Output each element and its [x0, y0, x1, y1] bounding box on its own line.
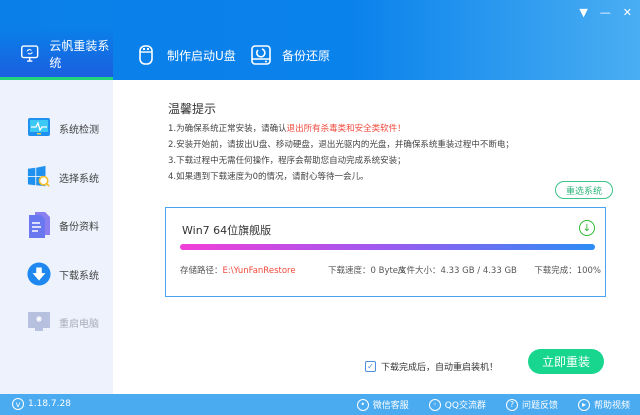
footer: v 1.18.7.28 • 微信客服 ◦ QQ交流群 ? 问题反馈 ▸ 帮助视频: [0, 394, 640, 415]
sidebar-item-label: 下载系统: [59, 270, 99, 282]
reselect-system-button[interactable]: 重选系统: [555, 181, 613, 199]
restart-monitor-icon: [27, 310, 51, 334]
version-icon: v: [12, 398, 24, 410]
monitor-pulse-icon: [27, 116, 51, 140]
usb-drive-icon: [139, 45, 153, 65]
tip-1: 1.为确保系统正常安装，请确认退出所有杀毒类和安全类软件！: [168, 122, 406, 134]
tab-backup[interactable]: 备份还原: [250, 30, 330, 80]
feedback-link[interactable]: ? 问题反馈: [505, 398, 558, 411]
sidebar: 系统检测 选择系统 备份资料 下载系统 重启电脑: [0, 80, 113, 394]
tip-2: 2.安装开始前，请拔出U盘、移动硬盘，退出光驱内的光盘，并确保系统重装过程中不断…: [168, 140, 514, 150]
sidebar-item-label: 重启电脑: [59, 318, 99, 330]
windows-search-icon: [27, 165, 51, 189]
tip-text: 1.为确保系统正常安装，请确认: [168, 124, 287, 134]
path-value: E:\YunFanRestore: [222, 266, 296, 276]
link-label: 问题反馈: [521, 401, 558, 411]
download-speed: 下载速度：0 Byte/s: [328, 266, 406, 276]
sidebar-item-check[interactable]: 系统检测: [27, 116, 99, 140]
sidebar-item-select[interactable]: 选择系统: [27, 165, 99, 189]
sidebar-item-restart: 重启电脑: [27, 310, 99, 334]
wechat-icon: •: [356, 398, 369, 411]
tab-reinstall[interactable]: 云帆重装系统: [0, 30, 113, 80]
question-icon: ?: [505, 398, 518, 411]
progress-fill: [180, 244, 595, 250]
tip-4: 4.如果遇到下载速度为0的情况，请耐心等待一会儿。: [168, 172, 369, 182]
help-video-link[interactable]: ▸ 帮助视频: [577, 398, 630, 411]
minimize-icon[interactable]: —: [600, 6, 611, 19]
auto-restart-option[interactable]: ✓ 下载完成后，自动重启装机！: [365, 360, 498, 373]
monitor-refresh-icon: [21, 44, 39, 62]
qq-icon: ◦: [428, 398, 441, 411]
qq-group-link[interactable]: ◦ QQ交流群: [428, 398, 486, 411]
storage-path: 存储路径：E:\YunFanRestore: [180, 264, 296, 276]
tips-title: 温馨提示: [168, 102, 217, 116]
system-name: Win7 64位旗舰版: [182, 224, 272, 237]
download-complete-icon: ↓: [579, 220, 595, 236]
auto-restart-label: 下载完成后，自动重启装机！: [381, 363, 499, 373]
close-icon[interactable]: ✕: [623, 6, 632, 19]
tab-label: 备份还原: [282, 48, 331, 63]
tab-usb[interactable]: 制作启动U盘: [135, 30, 236, 80]
path-label: 存储路径：: [180, 266, 223, 276]
download-progress: 下载完成：100%: [534, 266, 601, 276]
video-camera-icon: ▸: [577, 398, 590, 411]
tab-label: 制作启动U盘: [167, 48, 236, 63]
disk-restore-icon: [251, 45, 271, 65]
tip-3: 3.下载过程中无需任何操作，程序会帮助您自动完成系统安装；: [168, 156, 406, 166]
install-now-button[interactable]: 立即重装: [528, 349, 604, 374]
download-circle-icon: [27, 262, 51, 286]
wechat-support-link[interactable]: • 微信客服: [356, 398, 409, 411]
menu-dropdown-icon[interactable]: ▼: [579, 6, 587, 19]
link-label: 帮助视频: [593, 401, 630, 411]
sidebar-item-label: 系统检测: [59, 124, 99, 136]
link-label: QQ交流群: [444, 401, 486, 411]
main-panel: 温馨提示 1.为确保系统正常安装，请确认退出所有杀毒类和安全类软件！ 2.安装开…: [113, 80, 640, 394]
link-label: 微信客服: [372, 401, 409, 411]
version-info: v 1.18.7.28: [12, 398, 71, 410]
sidebar-item-download[interactable]: 下载系统: [27, 262, 99, 286]
header: 云帆重装系统 制作启动U盘 备份还原 ▼ — ✕: [0, 0, 640, 80]
tip-warning: 退出所有杀毒类和安全类软件！: [286, 124, 406, 134]
tab-label: 云帆重装系统: [49, 38, 110, 70]
sidebar-item-label: 备份资料: [59, 221, 99, 233]
sidebar-item-backup[interactable]: 备份资料: [27, 212, 99, 238]
progress-bar: [180, 244, 595, 250]
sidebar-item-label: 选择系统: [59, 173, 99, 185]
file-size: 文件大小：4.33 GB / 4.33 GB: [398, 266, 517, 276]
documents-icon: [27, 212, 51, 238]
auto-restart-checkbox[interactable]: ✓: [365, 361, 376, 372]
download-card: Win7 64位旗舰版 ↓ 存储路径：E:\YunFanRestore 下载速度…: [165, 207, 606, 297]
version-text: 1.18.7.28: [28, 399, 71, 409]
